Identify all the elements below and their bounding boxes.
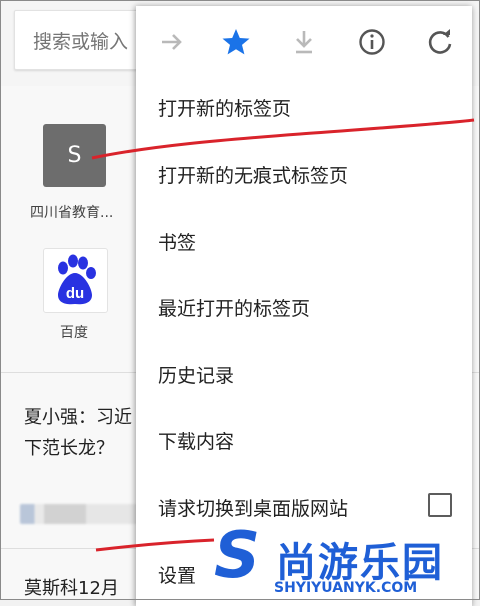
image-border <box>0 0 480 600</box>
